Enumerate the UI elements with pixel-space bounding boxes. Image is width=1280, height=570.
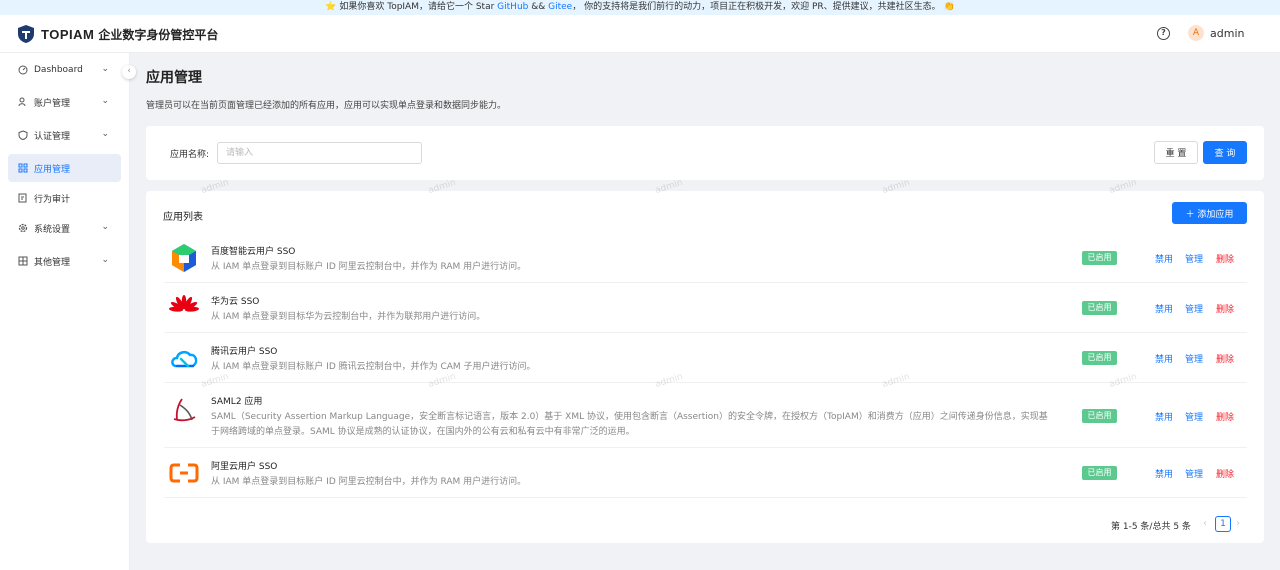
- list-item: SAML2 应用 SAML（Security Assertion Markup …: [164, 383, 1247, 448]
- pagination-summary: 第 1-5 条/总共 5 条: [1111, 522, 1191, 532]
- list-item: 百度智能云用户 SSO 从 IAM 单点登录到目标账户 ID 阿里云控制台中，并…: [164, 233, 1247, 283]
- app-description: 从 IAM 单点登录到目标账户 ID 阿里云控制台中，并作为 RAM 用户进行访…: [211, 262, 527, 272]
- app-name-input[interactable]: [217, 142, 422, 164]
- search-card: 应用名称: 重 置 查 询: [146, 126, 1264, 180]
- announcement-banner: ⭐ 如果你喜欢 TopIAM，请给它一个 Star GitHub && Gite…: [0, 0, 1280, 15]
- app-description: 从 IAM 单点登录到目标华为云控制台中，并作为联邦用户进行访问。: [211, 312, 486, 322]
- app-name-label: 应用名称:: [170, 150, 210, 160]
- grid-icon: [18, 256, 28, 266]
- app-description: 从 IAM 单点登录到目标账户 ID 腾讯云控制台中，并作为 CAM 子用户进行…: [211, 362, 536, 372]
- baidu-cloud-logo: [172, 244, 196, 272]
- audit-icon: [18, 193, 27, 203]
- top-header: TOPIAM 企业数字身份管控平台 ? A admin: [0, 15, 1280, 53]
- platform-name: 企业数字身份管控平台: [98, 27, 219, 42]
- app-name: 阿里云用户 SSO: [211, 462, 278, 472]
- aliyun-logo: [169, 463, 199, 483]
- sidebar-item-settings[interactable]: 系统设置 ⌄: [8, 214, 121, 242]
- prev-page-icon[interactable]: ‹: [1203, 518, 1207, 529]
- chevron-down-icon: ⌄: [101, 64, 109, 74]
- saml-logo: [173, 398, 196, 422]
- sidebar-item-dashboard[interactable]: Dashboard ⌄: [8, 56, 121, 84]
- page-description: 管理员可以在当前页面管理已经添加的所有应用，应用可以实现单点登录和数据同步能力。: [146, 101, 507, 111]
- disable-button[interactable]: 禁用: [1155, 252, 1173, 265]
- chevron-down-icon: ⌄: [101, 222, 109, 232]
- disable-button[interactable]: 禁用: [1155, 352, 1173, 365]
- sidebar-item-label: 系统设置: [34, 224, 71, 235]
- disable-button[interactable]: 禁用: [1155, 467, 1173, 480]
- status-badge: 已启用: [1082, 351, 1117, 365]
- query-button[interactable]: 查 询: [1203, 141, 1247, 164]
- status-badge: 已启用: [1082, 409, 1117, 423]
- reset-button[interactable]: 重 置: [1154, 141, 1198, 164]
- delete-button[interactable]: 删除: [1216, 410, 1234, 423]
- sidebar-item-label: 行为审计: [34, 194, 71, 205]
- app-description: 从 IAM 单点登录到目标账户 ID 阿里云控制台中，并作为 RAM 用户进行访…: [211, 477, 527, 487]
- manage-button[interactable]: 管理: [1185, 252, 1203, 265]
- logo[interactable]: TOPIAM 企业数字身份管控平台: [16, 24, 218, 44]
- manage-button[interactable]: 管理: [1185, 302, 1203, 315]
- add-app-button[interactable]: ＋ 添加应用: [1172, 202, 1247, 224]
- github-link[interactable]: GitHub: [497, 2, 528, 12]
- dashboard-icon: [18, 65, 28, 75]
- status-badge: 已启用: [1082, 301, 1117, 315]
- delete-button[interactable]: 删除: [1216, 252, 1234, 265]
- next-page-icon[interactable]: ›: [1236, 518, 1240, 529]
- sidebar-item-label: 认证管理: [34, 131, 71, 142]
- disable-button[interactable]: 禁用: [1155, 302, 1173, 315]
- huawei-cloud-logo: [169, 295, 199, 312]
- sidebar-item-auth[interactable]: 认证管理 ⌄: [8, 121, 121, 149]
- delete-button[interactable]: 删除: [1216, 467, 1234, 480]
- manage-button[interactable]: 管理: [1185, 467, 1203, 480]
- app-name: SAML2 应用: [211, 397, 263, 407]
- delete-button[interactable]: 删除: [1216, 302, 1234, 315]
- sidebar-item-apps[interactable]: 应用管理: [8, 154, 121, 182]
- banner-text-prefix: 如果你喜欢 TopIAM，请给它一个 Star: [339, 2, 498, 12]
- username[interactable]: admin: [1210, 27, 1244, 40]
- sidebar-item-label: 账户管理: [34, 98, 71, 109]
- avatar[interactable]: A: [1188, 25, 1204, 41]
- chevron-down-icon: ⌄: [101, 129, 109, 139]
- app-description: SAML（Security Assertion Markup Language，…: [211, 412, 1048, 422]
- app-name: 百度智能云用户 SSO: [211, 247, 296, 257]
- star-icon: ⭐: [325, 2, 337, 12]
- app-name: 腾讯云用户 SSO: [211, 347, 278, 357]
- help-icon[interactable]: ?: [1157, 27, 1170, 40]
- app-description-line2: 于网络跨域的单点登录。SAML 协议是成熟的认证协议，在国内外的公有云和私有云中…: [211, 427, 635, 437]
- status-badge: 已启用: [1082, 251, 1117, 265]
- chevron-down-icon: ⌄: [101, 255, 109, 265]
- tencent-cloud-logo: [171, 350, 198, 368]
- sidebar-item-accounts[interactable]: 账户管理 ⌄: [8, 88, 121, 116]
- brand-name: TOPIAM: [41, 26, 95, 42]
- gitee-link[interactable]: Gitee: [548, 2, 572, 12]
- list-item: 华为云 SSO 从 IAM 单点登录到目标华为云控制台中，并作为联邦用户进行访问…: [164, 283, 1247, 333]
- app-name: 华为云 SSO: [211, 297, 260, 307]
- page-title: 应用管理: [146, 70, 202, 86]
- sidebar-item-label: Dashboard: [34, 65, 83, 75]
- banner-amp: &&: [528, 2, 549, 12]
- gear-icon: [18, 223, 28, 233]
- list-item: 腾讯云用户 SSO 从 IAM 单点登录到目标账户 ID 腾讯云控制台中，并作为…: [164, 333, 1247, 383]
- disable-button[interactable]: 禁用: [1155, 410, 1173, 423]
- manage-button[interactable]: 管理: [1185, 410, 1203, 423]
- page-number-1[interactable]: 1: [1215, 516, 1231, 532]
- sidebar-item-label: 其他管理: [34, 257, 71, 268]
- collapse-sidebar-icon[interactable]: ‹: [122, 65, 136, 79]
- apps-icon: [18, 163, 28, 173]
- manage-button[interactable]: 管理: [1185, 352, 1203, 365]
- delete-button[interactable]: 删除: [1216, 352, 1234, 365]
- status-badge: 已启用: [1082, 466, 1117, 480]
- list-item: 阿里云用户 SSO 从 IAM 单点登录到目标账户 ID 阿里云控制台中，并作为…: [164, 448, 1247, 498]
- sidebar: ‹ Dashboard ⌄ 账户管理 ⌄ 认证管理 ⌄ 应用管理 行为审计 系统…: [0, 53, 136, 570]
- shield-icon: [18, 130, 28, 140]
- sidebar-item-other[interactable]: 其他管理 ⌄: [8, 247, 121, 275]
- user-icon: [18, 97, 26, 107]
- topiam-logo-icon: [18, 25, 34, 43]
- clap-icon: 👏: [943, 2, 955, 12]
- chevron-down-icon: ⌄: [101, 96, 109, 106]
- banner-text-suffix: ， 你的支持将是我们前行的动力，项目正在积极开发，欢迎 PR、提供建议，共建社区…: [572, 2, 941, 12]
- sidebar-item-audit[interactable]: 行为审计: [8, 184, 121, 212]
- list-title: 应用列表: [163, 212, 203, 223]
- app-list-card: 应用列表 ＋ 添加应用 百度智能云用户 SSO 从 IAM 单点登录到目标账户 …: [146, 191, 1264, 543]
- sidebar-item-label: 应用管理: [34, 164, 71, 175]
